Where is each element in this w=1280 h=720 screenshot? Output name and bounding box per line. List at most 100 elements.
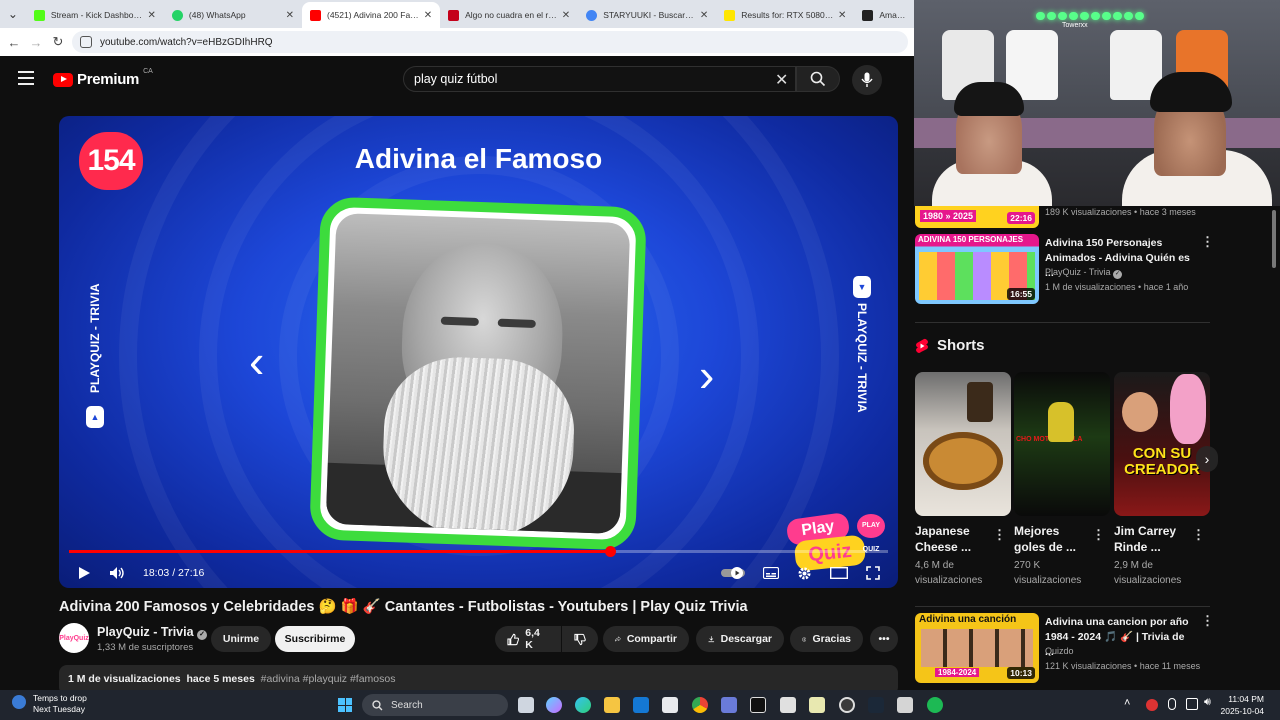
app-icon[interactable] [721, 697, 737, 713]
more-actions-button[interactable]: ••• [870, 626, 898, 652]
scrollbar-thumb[interactable] [1272, 210, 1276, 268]
tray-chevron-up-icon[interactable]: ˄ [1124, 697, 1130, 709]
video-thumbnail[interactable]: ADIVINA 150 PERSONAJES 16:55 [915, 234, 1039, 304]
voice-search-button[interactable] [852, 65, 882, 95]
related-video[interactable]: Adivina una canción 1984-2024 10:13 Adiv… [915, 613, 1215, 685]
youtube-logo[interactable]: Premium CA [53, 68, 153, 88]
browser-tab[interactable]: (48) WhatsApp ✕ [164, 2, 302, 28]
settings-button[interactable] [797, 566, 812, 581]
reload-icon[interactable]: ↻ [50, 34, 66, 50]
back-icon[interactable]: ← [6, 35, 22, 50]
microphone-icon [861, 72, 873, 87]
taskbar-search[interactable]: Search [362, 694, 508, 716]
video-thumbnail[interactable]: Adivina una canción 1984-2024 10:13 [915, 613, 1039, 683]
join-button[interactable]: Unirme [211, 626, 271, 652]
windows-start-icon[interactable] [338, 698, 352, 712]
short-thumbnail[interactable] [915, 372, 1011, 516]
shorts-next-button[interactable]: › [1196, 446, 1218, 472]
capcut-icon[interactable] [750, 697, 766, 713]
address-bar[interactable]: youtube.com/watch?v=eHBzGDIhHRQ [72, 31, 908, 53]
tab-search-chevron-icon[interactable]: ⌄ [0, 0, 26, 28]
subscribe-button[interactable]: Suscribirme [275, 626, 355, 652]
forward-icon[interactable]: → [28, 35, 44, 50]
youtube-icon [310, 9, 321, 21]
search-input[interactable]: play quiz fútbol [403, 66, 796, 92]
close-tab-icon[interactable]: ✕ [286, 10, 294, 21]
tools-icon[interactable] [780, 697, 796, 713]
video-meta: 1 M de visualizaciones • hace 1 año [1045, 282, 1189, 292]
news-icon [448, 9, 460, 21]
weather-widget[interactable]: Temps to drop Next Tuesday [12, 693, 87, 715]
dislike-button[interactable] [562, 626, 598, 652]
channel-name[interactable]: PlayQuiz - Trivia ✓ [97, 625, 208, 640]
chrome-icon[interactable] [692, 697, 708, 713]
share-button[interactable]: Compartir [603, 626, 689, 652]
more-vertical-icon[interactable]: ⋮ [1092, 527, 1105, 543]
verified-icon: ✓ [197, 630, 208, 640]
obs-icon[interactable] [839, 697, 855, 713]
theater-mode-button[interactable] [830, 567, 848, 579]
close-tab-icon[interactable]: ✕ [562, 10, 570, 21]
browser-tab[interactable]: Results for: RTX 5080 | Best✕ [716, 2, 854, 28]
close-tab-icon[interactable]: ✕ [424, 10, 432, 21]
more-vertical-icon[interactable]: ⋮ [1192, 527, 1205, 543]
short-item[interactable]: Japanese Cheese ... 4,6 M de visualizaci… [915, 372, 1011, 586]
short-item[interactable]: CHO MOTOR DE LA Mejores goles de ... 270… [1014, 372, 1110, 586]
volume-tray-icon[interactable]: 🔊︎ [1204, 696, 1211, 709]
url-text: youtube.com/watch?v=eHBzGDIhHRQ [100, 36, 273, 48]
led-label: Towerxx [1062, 22, 1088, 29]
browser-tab[interactable]: Amazon.ca [854, 2, 914, 28]
browser-tab[interactable]: Algo no cuadra en el relato ✕ [440, 2, 578, 28]
volume-button[interactable] [109, 566, 125, 580]
download-button[interactable]: Descargar [696, 626, 784, 652]
task-view-icon[interactable] [518, 697, 534, 713]
related-video[interactable]: ADIVINA 150 PERSONAJES 16:55 Adivina 150… [915, 234, 1215, 306]
search-icon [372, 699, 383, 710]
thumbnail-caption: Adivina una canción [919, 614, 1017, 625]
outlook-icon[interactable] [633, 697, 649, 713]
steam-icon[interactable] [868, 697, 884, 713]
more-vertical-icon[interactable]: ⋮ [993, 527, 1006, 543]
edge-icon[interactable] [575, 697, 591, 713]
more-vertical-icon[interactable]: ⋮ [1201, 234, 1214, 250]
video-channel: PlayQuiz - Trivia ✓ [1045, 267, 1123, 279]
subtitles-button[interactable] [763, 567, 779, 579]
store-icon[interactable] [662, 697, 678, 713]
app-icon[interactable] [897, 697, 913, 713]
progress-bar[interactable] [69, 546, 888, 557]
site-info-icon[interactable] [80, 36, 92, 48]
video-player[interactable]: 154 Adivina el Famoso PLAYQUIZ - TRIVIA … [59, 116, 898, 588]
thanks-button[interactable]: $ Gracias [790, 626, 863, 652]
autoplay-toggle[interactable] [721, 567, 745, 579]
celebrity-photo-frame [309, 196, 647, 551]
close-tab-icon[interactable]: ✕ [700, 10, 708, 21]
play-button[interactable] [77, 566, 91, 580]
sidebar-scrollbar[interactable] [1270, 206, 1278, 686]
network-icon[interactable] [1186, 698, 1198, 710]
time-display: 18:03 / 27:16 [143, 567, 205, 579]
copilot-icon[interactable] [546, 697, 562, 713]
like-button[interactable]: 6,4 K [495, 626, 561, 652]
short-thumbnail[interactable]: CHO MOTOR DE LA [1014, 372, 1110, 516]
short-thumbnail[interactable]: CON SU CREADOR [1114, 372, 1210, 516]
hashtags[interactable]: #adivina #playquiz #famosos [261, 673, 396, 685]
microphone-tray-icon[interactable] [1168, 698, 1176, 710]
more-vertical-icon[interactable]: ⋮ [1201, 613, 1214, 629]
browser-tab-active[interactable]: (4521) Adivina 200 Famosos✕ [302, 2, 441, 28]
clear-search-icon[interactable]: ✕ [775, 70, 788, 90]
spotify-icon[interactable] [927, 697, 943, 713]
channel-avatar[interactable]: PlayQuiz [59, 623, 89, 653]
browser-tab-strip: ⌄ Stream - Kick Dashboard ✕ (48) WhatsApp… [0, 0, 914, 28]
browser-tab[interactable]: STARYUUKI - Buscar con Google✕ [578, 2, 716, 28]
tray-app-icon[interactable] [1146, 699, 1158, 711]
short-item[interactable]: CON SU CREADOR Jim Carrey Rinde ... 2,9 … [1114, 372, 1210, 586]
browser-tab[interactable]: Stream - Kick Dashboard ✕ [26, 2, 164, 28]
search-button[interactable] [796, 66, 840, 92]
close-tab-icon[interactable]: ✕ [148, 10, 156, 21]
clock[interactable]: 11:04 PM 2025-10-04 [1221, 693, 1264, 717]
file-explorer-icon[interactable] [604, 697, 620, 713]
notepad-icon[interactable] [809, 697, 825, 713]
menu-icon[interactable] [18, 71, 34, 85]
fullscreen-button[interactable] [866, 566, 880, 580]
close-tab-icon[interactable]: ✕ [838, 10, 846, 21]
